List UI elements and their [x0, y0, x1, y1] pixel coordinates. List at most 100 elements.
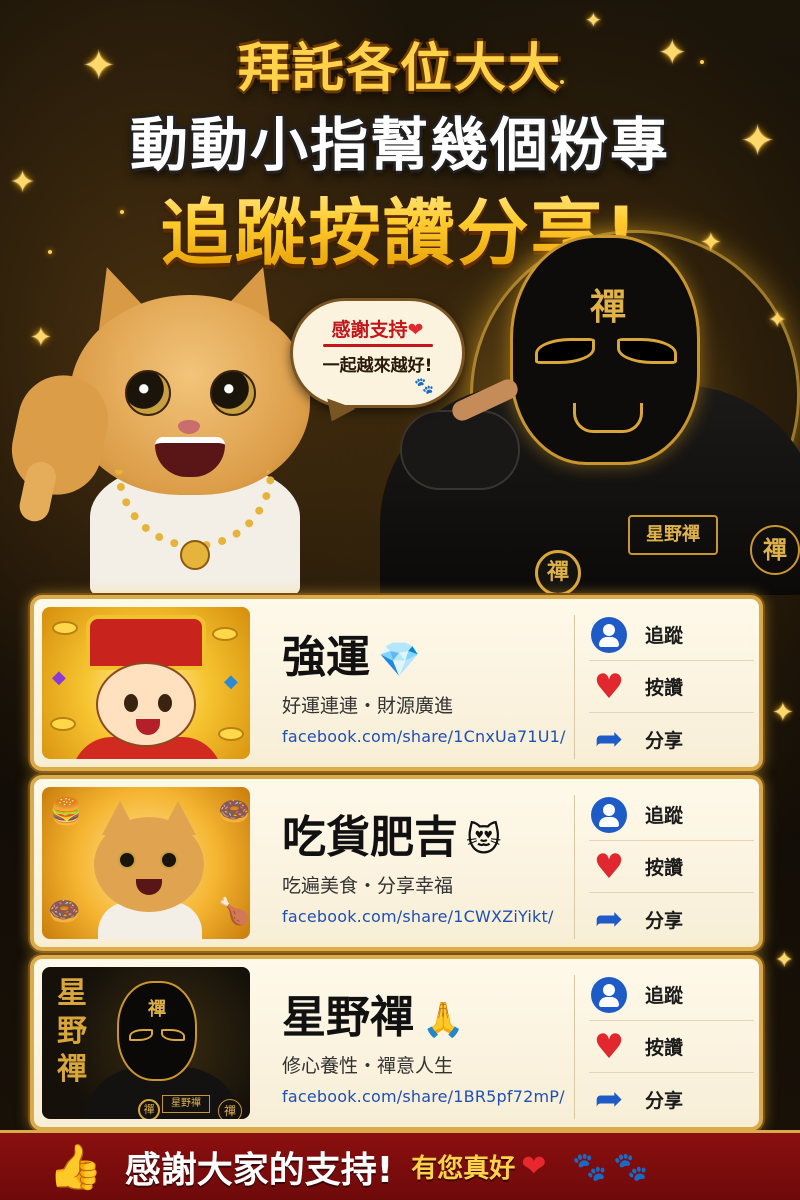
card-divider [574, 615, 575, 759]
cat-head [94, 817, 204, 912]
like-button[interactable]: ♥ 按讚 [589, 661, 754, 713]
cat-head [70, 295, 310, 495]
praying-hands-icon: 🙏 [422, 1000, 465, 1040]
god-face [96, 662, 196, 747]
user-icon [591, 796, 627, 833]
share-arrow-icon: ➦ [594, 1079, 624, 1119]
sparkle-icon: ✦ [775, 948, 794, 973]
coin-icon [218, 727, 244, 741]
share-button[interactable]: ➦ 分享 [589, 1073, 754, 1125]
coin-icon [52, 621, 78, 635]
card-subtitle: 好運連連・財源廣進 [282, 695, 454, 717]
card-actions: 追蹤 ♥ 按讚 ➦ 分享 [589, 609, 754, 765]
follow-label: 追蹤 [645, 805, 684, 827]
bubble-line-1: 感謝支持 [331, 319, 408, 341]
card-link[interactable]: facebook.com/share/1CWXZiYikt/ [282, 907, 554, 926]
coin-icon [50, 717, 76, 731]
footer-subtext: 有您真好 [411, 1154, 516, 1184]
like-label: 按讚 [645, 1037, 684, 1059]
page-card-xingye-chan: 星野禪 禪 禪 星野禪 禪 星野禪 🙏 修心養性・禪意人生 facebook.co… [30, 955, 763, 1131]
food-icon: 🍩 [218, 797, 250, 827]
card-thumbnail: 星野禪 禪 禪 星野禪 禪 [42, 967, 250, 1119]
mask-eye [617, 338, 677, 364]
name-patch: 星野禪 [162, 1095, 210, 1113]
card-subtitle: 修心養性・禪意人生 [282, 1055, 454, 1077]
share-label: 分享 [645, 729, 684, 752]
page-card-chihuo-feiji: 🍔 🍩 🍩 🍗 吃貨肥吉 😻 吃遍美食・分享幸福 facebook.com/sha… [30, 775, 763, 951]
heart-icon: ❤ [407, 319, 424, 341]
masked-man-illustration: 禪 星野禪 禪 禪 [360, 235, 800, 596]
footer-banner: 👍 感謝大家的支持! 有您真好 ❤ 🐾🐾 [0, 1130, 800, 1200]
like-button[interactable]: ♥ 按讚 [589, 1021, 754, 1073]
follow-label: 追蹤 [645, 625, 684, 647]
paw-icon: 🐾🐾 [572, 1150, 655, 1183]
sleeve-emblem: 禪 [750, 525, 800, 575]
coin-icon [212, 627, 238, 641]
headline-line-1: 拜託各位大大 [237, 39, 562, 99]
sleeve-emblem: 禪 [218, 1099, 242, 1119]
thumbs-up-icon [16, 459, 59, 525]
gem-icon: ◆ [52, 667, 66, 688]
share-arrow-icon: ➦ [594, 719, 624, 759]
user-icon [591, 616, 627, 653]
share-label: 分享 [645, 1089, 684, 1112]
speech-bubble: 感謝支持❤ 一起越來越好! 🐾 [290, 298, 465, 408]
thumbs-up-icon: 👍 [48, 1141, 103, 1193]
card-divider [574, 795, 575, 939]
paw-icon: 🐾 [414, 376, 434, 395]
cat-eye [125, 370, 171, 416]
food-icon: 🍗 [218, 897, 250, 927]
card-title: 星野禪 [282, 992, 414, 1043]
footer-thanks: 感謝大家的支持! [124, 1149, 394, 1191]
user-icon [591, 976, 627, 1013]
name-patch: 星野禪 [628, 515, 718, 555]
card-title: 吃貨肥吉 [282, 812, 458, 863]
wrestler-mask: 禪 [510, 235, 700, 465]
cat-nose [178, 420, 200, 434]
like-label: 按讚 [645, 857, 684, 879]
heart-eyes-cat-icon: 😻 [466, 820, 502, 860]
heart-icon: ♥ [593, 846, 625, 887]
page-card-qiangyun: ◆ ◆ 強運 💎 好運連連・財源廣進 facebook.com/share/1Cn… [30, 595, 763, 771]
card-thumbnail: ◆ ◆ [42, 607, 250, 759]
cat-eye [210, 370, 256, 416]
medal-pendant: 禪 [535, 550, 581, 596]
bubble-line-2: 一起越來越好! [322, 356, 433, 376]
share-button[interactable]: ➦ 分享 [589, 893, 754, 945]
mask-mouth [573, 403, 643, 433]
heart-icon: ❤ [521, 1149, 547, 1184]
card-subtitle: 吃遍美食・分享幸福 [282, 875, 454, 897]
card-actions: 追蹤 ♥ 按讚 ➦ 分享 [589, 789, 754, 945]
gold-pendant [180, 540, 210, 570]
card-link[interactable]: facebook.com/share/1BR5pf72mP/ [282, 1087, 565, 1106]
burger-icon: 🍔 [50, 797, 83, 827]
card-actions: 追蹤 ♥ 按讚 ➦ 分享 [589, 969, 754, 1125]
like-button[interactable]: ♥ 按讚 [589, 841, 754, 893]
share-arrow-icon: ➦ [594, 899, 624, 939]
share-button[interactable]: ➦ 分享 [589, 713, 754, 765]
bubble-underline [322, 344, 433, 347]
like-label: 按讚 [645, 677, 684, 699]
mask-eye [535, 338, 595, 364]
diamond-icon: 💎 [378, 640, 421, 680]
sparkle-icon: ✦ [772, 698, 794, 728]
card-title: 強運 [282, 632, 370, 683]
headline-line-2: 動動小指幫幾個粉專 [129, 111, 670, 179]
share-label: 分享 [645, 909, 684, 932]
follow-label: 追蹤 [645, 985, 684, 1007]
card-link[interactable]: facebook.com/share/1CnxUa71U1/ [282, 727, 566, 746]
heart-icon: ♥ [593, 1026, 625, 1067]
mask-kanji: 禪 [589, 287, 626, 328]
thumbnail-vertical-text: 星野禪 [57, 976, 87, 1087]
man-gloved-hand [400, 410, 520, 490]
follow-button[interactable]: 追蹤 [589, 609, 754, 661]
gem-icon: ◆ [224, 671, 238, 692]
follow-button[interactable]: 追蹤 [589, 789, 754, 841]
medal-pendant: 禪 [138, 1099, 160, 1119]
card-thumbnail: 🍔 🍩 🍩 🍗 [42, 787, 250, 939]
wrestler-mask: 禪 [117, 981, 197, 1081]
card-divider [574, 975, 575, 1119]
food-icon: 🍩 [48, 897, 81, 927]
mask-kanji: 禪 [148, 999, 166, 1020]
follow-button[interactable]: 追蹤 [589, 969, 754, 1021]
